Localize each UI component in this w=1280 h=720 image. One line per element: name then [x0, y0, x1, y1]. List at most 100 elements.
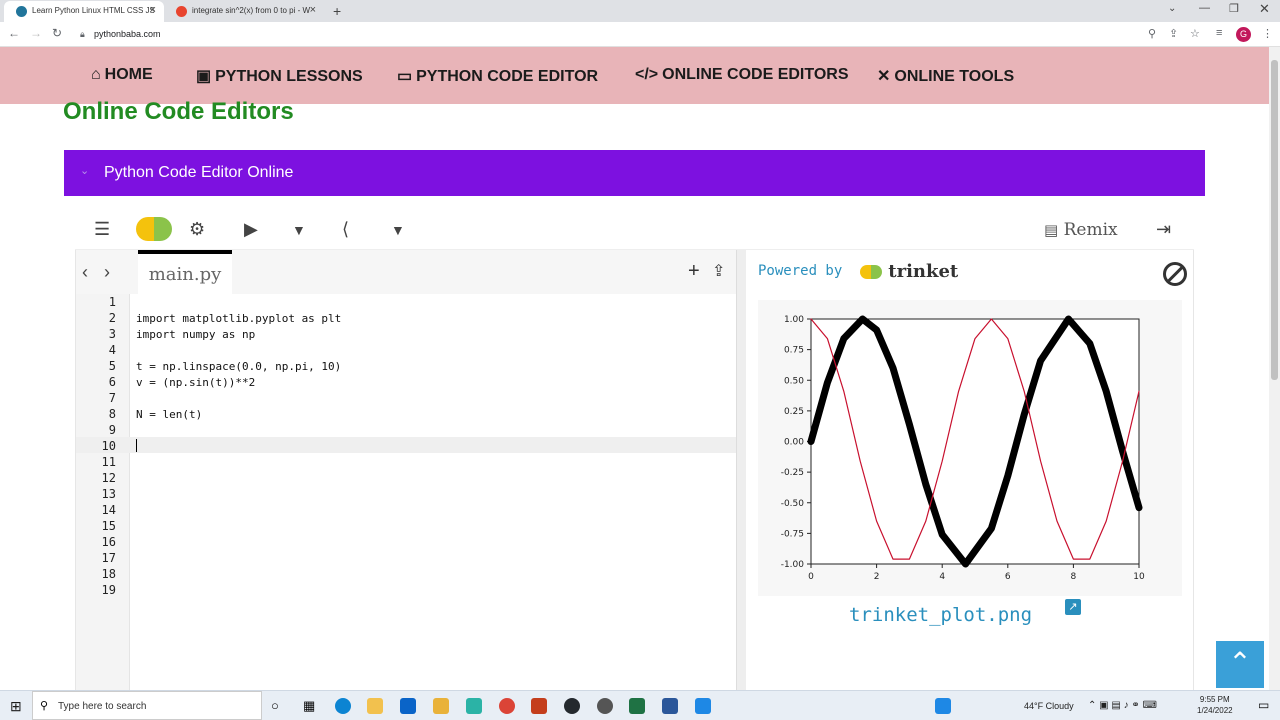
nav-home[interactable]: ⌂ HOME [91, 66, 153, 84]
zoom-icon[interactable]: ⚲ [1148, 27, 1156, 40]
code-line: N = len(t) [136, 408, 203, 421]
y-tick-label: -0.75 [781, 529, 804, 539]
reload-icon[interactable]: ↻ [52, 26, 62, 40]
share-options-chevron-icon[interactable]: ▼ [391, 222, 405, 238]
accordion-header[interactable]: ⌄ Python Code Editor Online [64, 150, 1205, 196]
system-tray-icons[interactable]: ⌃ ▣ ▤ ♪ ⚭ ⌨ [1088, 700, 1157, 711]
nav-python-lessons[interactable]: ▣ PYTHON LESSONS [196, 66, 363, 86]
whiteboard-icon[interactable] [466, 698, 482, 714]
browser-tab-active[interactable]: Learn Python Linux HTML CSS JS × [4, 1, 164, 22]
forward-icon[interactable]: → [30, 26, 42, 40]
y-tick-label: 0.25 [784, 407, 804, 417]
taskbar-search-input[interactable]: Type here to search [58, 701, 146, 712]
line-number: 11 [101, 455, 116, 469]
menu-icon[interactable]: ☰ [94, 219, 110, 240]
mail-icon[interactable] [400, 698, 416, 714]
line-number: 13 [101, 487, 116, 501]
maximize-icon[interactable]: ❐ [1229, 2, 1239, 15]
address-bar-row: ← → ↻ 🔒︎ pythonbaba.com ⚲ ⇪ ☆ ≡ G ⋮ [0, 22, 1280, 47]
line-number: 3 [108, 327, 116, 341]
reading-list-icon[interactable]: ≡ [1216, 27, 1222, 39]
powerpoint-icon[interactable] [531, 698, 547, 714]
file-tab-main-py[interactable]: main.py [138, 250, 232, 294]
line-number: 6 [108, 375, 116, 389]
chrome-icon[interactable] [499, 698, 515, 714]
close-tab-icon[interactable]: × [150, 4, 156, 16]
upload-icon[interactable]: ⇪ [712, 261, 725, 281]
new-tab-icon[interactable]: + [333, 3, 341, 19]
nav-python-code-editor[interactable]: ▭ PYTHON CODE EDITOR [397, 66, 598, 86]
line-number: 7 [108, 391, 116, 405]
page-title: Online Code Editors [63, 98, 294, 125]
settings-icon[interactable] [597, 698, 613, 714]
next-file-icon[interactable]: › [104, 262, 110, 283]
windows-start-icon[interactable]: ⊞ [10, 698, 22, 715]
external-link-icon[interactable]: ↗ [1065, 599, 1081, 615]
wolfram-icon [176, 6, 187, 17]
share-icon[interactable]: ⇪ [1169, 27, 1178, 40]
bookmark-star-icon[interactable]: ☆ [1190, 27, 1200, 40]
search-icon: ⚲ [40, 700, 49, 712]
trinket-logo-icon [860, 265, 882, 279]
screen-recorder-icon[interactable] [695, 698, 711, 714]
python-icon[interactable]: ⚙ [189, 219, 205, 240]
y-tick-label: -0.25 [781, 468, 804, 478]
x-tick-label: 4 [939, 572, 945, 582]
y-tick-label: -0.50 [781, 499, 805, 509]
run-icon[interactable]: ▶ [244, 219, 258, 240]
nav-online-code-editors[interactable]: </> ONLINE CODE EDITORS [635, 66, 849, 84]
url-input[interactable]: pythonbaba.com [94, 29, 161, 39]
monitor-icon: ▭ [397, 68, 413, 85]
minimize-icon[interactable]: — [1199, 2, 1210, 14]
avatar[interactable]: G [1236, 27, 1251, 42]
line-number: 18 [101, 567, 116, 581]
task-view-icon[interactable]: ▦ [303, 698, 315, 714]
site-navigation: ⌂ HOME ▣ PYTHON LESSONS ▭ PYTHON CODE EDITO… [0, 47, 1269, 104]
active-line-highlight [76, 437, 736, 453]
lock-icon[interactable]: 🔒︎ [80, 29, 85, 40]
paint-icon[interactable] [433, 698, 449, 714]
trinket-logo-icon[interactable] [136, 217, 172, 241]
edge-icon[interactable] [335, 698, 351, 714]
tab-search-icon[interactable]: ⌄ [1168, 3, 1176, 14]
file-explorer-icon[interactable] [367, 698, 383, 714]
x-tick-label: 0 [808, 572, 814, 582]
line-number: 12 [101, 471, 116, 485]
line-number: 16 [101, 535, 116, 549]
pane-divider[interactable] [736, 250, 746, 690]
back-icon[interactable]: ← [8, 26, 20, 40]
scroll-to-top-button[interactable]: ⌃ [1216, 641, 1264, 688]
stop-icon[interactable] [1163, 262, 1187, 286]
notifications-icon[interactable]: ▭ [1258, 698, 1269, 712]
github-icon[interactable] [564, 698, 580, 714]
add-file-icon[interactable]: + [688, 260, 700, 283]
save-icon: ▤ [1044, 221, 1059, 239]
run-options-chevron-icon[interactable]: ▼ [292, 222, 306, 238]
home-icon: ⌂ [91, 66, 101, 83]
app-l-icon[interactable] [935, 698, 951, 714]
remix-button[interactable]: ▤ Remix [1044, 220, 1118, 240]
taskbar-clock[interactable]: 9:55 PM 1/24/2022 [1197, 694, 1233, 716]
page-scrollbar-thumb[interactable] [1271, 60, 1278, 380]
plot-area [810, 318, 1140, 565]
line-number: 17 [101, 551, 116, 565]
word-icon[interactable] [662, 698, 678, 714]
cortana-icon[interactable]: ○ [271, 698, 279, 713]
login-icon[interactable]: ⇥ [1156, 219, 1171, 240]
code-icon: </> [635, 66, 659, 83]
trinket-brand[interactable]: trinket [860, 261, 958, 282]
more-menu-icon[interactable]: ⋮ [1262, 27, 1273, 40]
browser-tab[interactable]: integrate sin^2(x) from 0 to pi - W × [164, 1, 324, 22]
close-window-icon[interactable]: ✕ [1259, 1, 1270, 17]
y-tick-label: 0.75 [784, 346, 804, 356]
line-number: 8 [108, 407, 116, 421]
line-number: 1 [108, 295, 116, 309]
tab-title: Learn Python Linux HTML CSS JS [32, 6, 155, 15]
nav-online-tools[interactable]: ✕ ONLINE TOOLS [877, 66, 1014, 86]
excel-icon[interactable] [629, 698, 645, 714]
close-tab-icon[interactable]: × [310, 4, 316, 16]
weather-status[interactable]: 44°F Cloudy [1024, 701, 1074, 711]
previous-file-icon[interactable]: ‹ [82, 262, 88, 283]
plot-filename-link[interactable]: trinket_plot.png [849, 604, 1032, 626]
share-icon[interactable]: ⟨ [342, 219, 349, 240]
